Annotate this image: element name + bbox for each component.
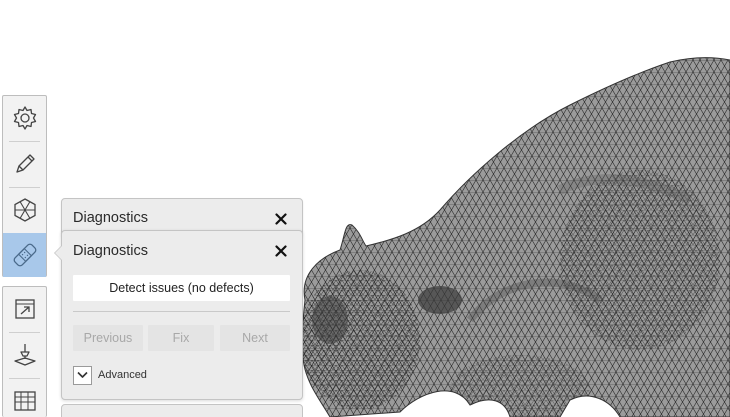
tool-layout[interactable] <box>3 379 46 417</box>
panel-pointer <box>54 245 62 261</box>
chevron-down-icon <box>77 371 88 378</box>
previous-button[interactable]: Previous <box>73 325 143 351</box>
tool-print[interactable] <box>3 333 46 377</box>
gear-icon <box>13 106 36 130</box>
hexagon-mesh-icon <box>13 198 36 222</box>
advanced-toggle-row: Advanced <box>73 365 147 385</box>
diagnostics-panel: Diagnostics Detect issues (no defects) P… <box>54 230 303 400</box>
tool-edit[interactable] <box>3 142 46 186</box>
advanced-label: Advanced <box>98 369 147 381</box>
advanced-toggle[interactable] <box>73 365 92 385</box>
fix-button[interactable]: Fix <box>148 325 214 351</box>
print-arm-icon <box>13 344 36 366</box>
next-panel-edge <box>61 404 303 417</box>
next-button[interactable]: Next <box>220 325 290 351</box>
close-button[interactable] <box>274 244 288 258</box>
panel-title: Diagnostics <box>73 243 148 259</box>
tool-palette-bottom <box>2 286 47 417</box>
bandage-icon <box>13 243 36 267</box>
tool-diagnostics[interactable] <box>3 233 46 277</box>
close-button[interactable] <box>274 212 288 226</box>
close-icon <box>275 245 287 257</box>
export-window-icon <box>14 299 35 319</box>
tool-export[interactable] <box>3 287 46 331</box>
panel-title: Diagnostics <box>73 210 148 226</box>
divider <box>73 311 290 312</box>
tool-palette-top <box>2 95 47 277</box>
tool-mesh[interactable] <box>3 188 46 232</box>
grid-box-icon <box>13 391 36 411</box>
close-icon <box>275 213 287 225</box>
detect-issues-button[interactable]: Detect issues (no defects) <box>73 275 290 301</box>
pencil-icon <box>15 154 35 173</box>
tool-settings[interactable] <box>3 96 46 140</box>
